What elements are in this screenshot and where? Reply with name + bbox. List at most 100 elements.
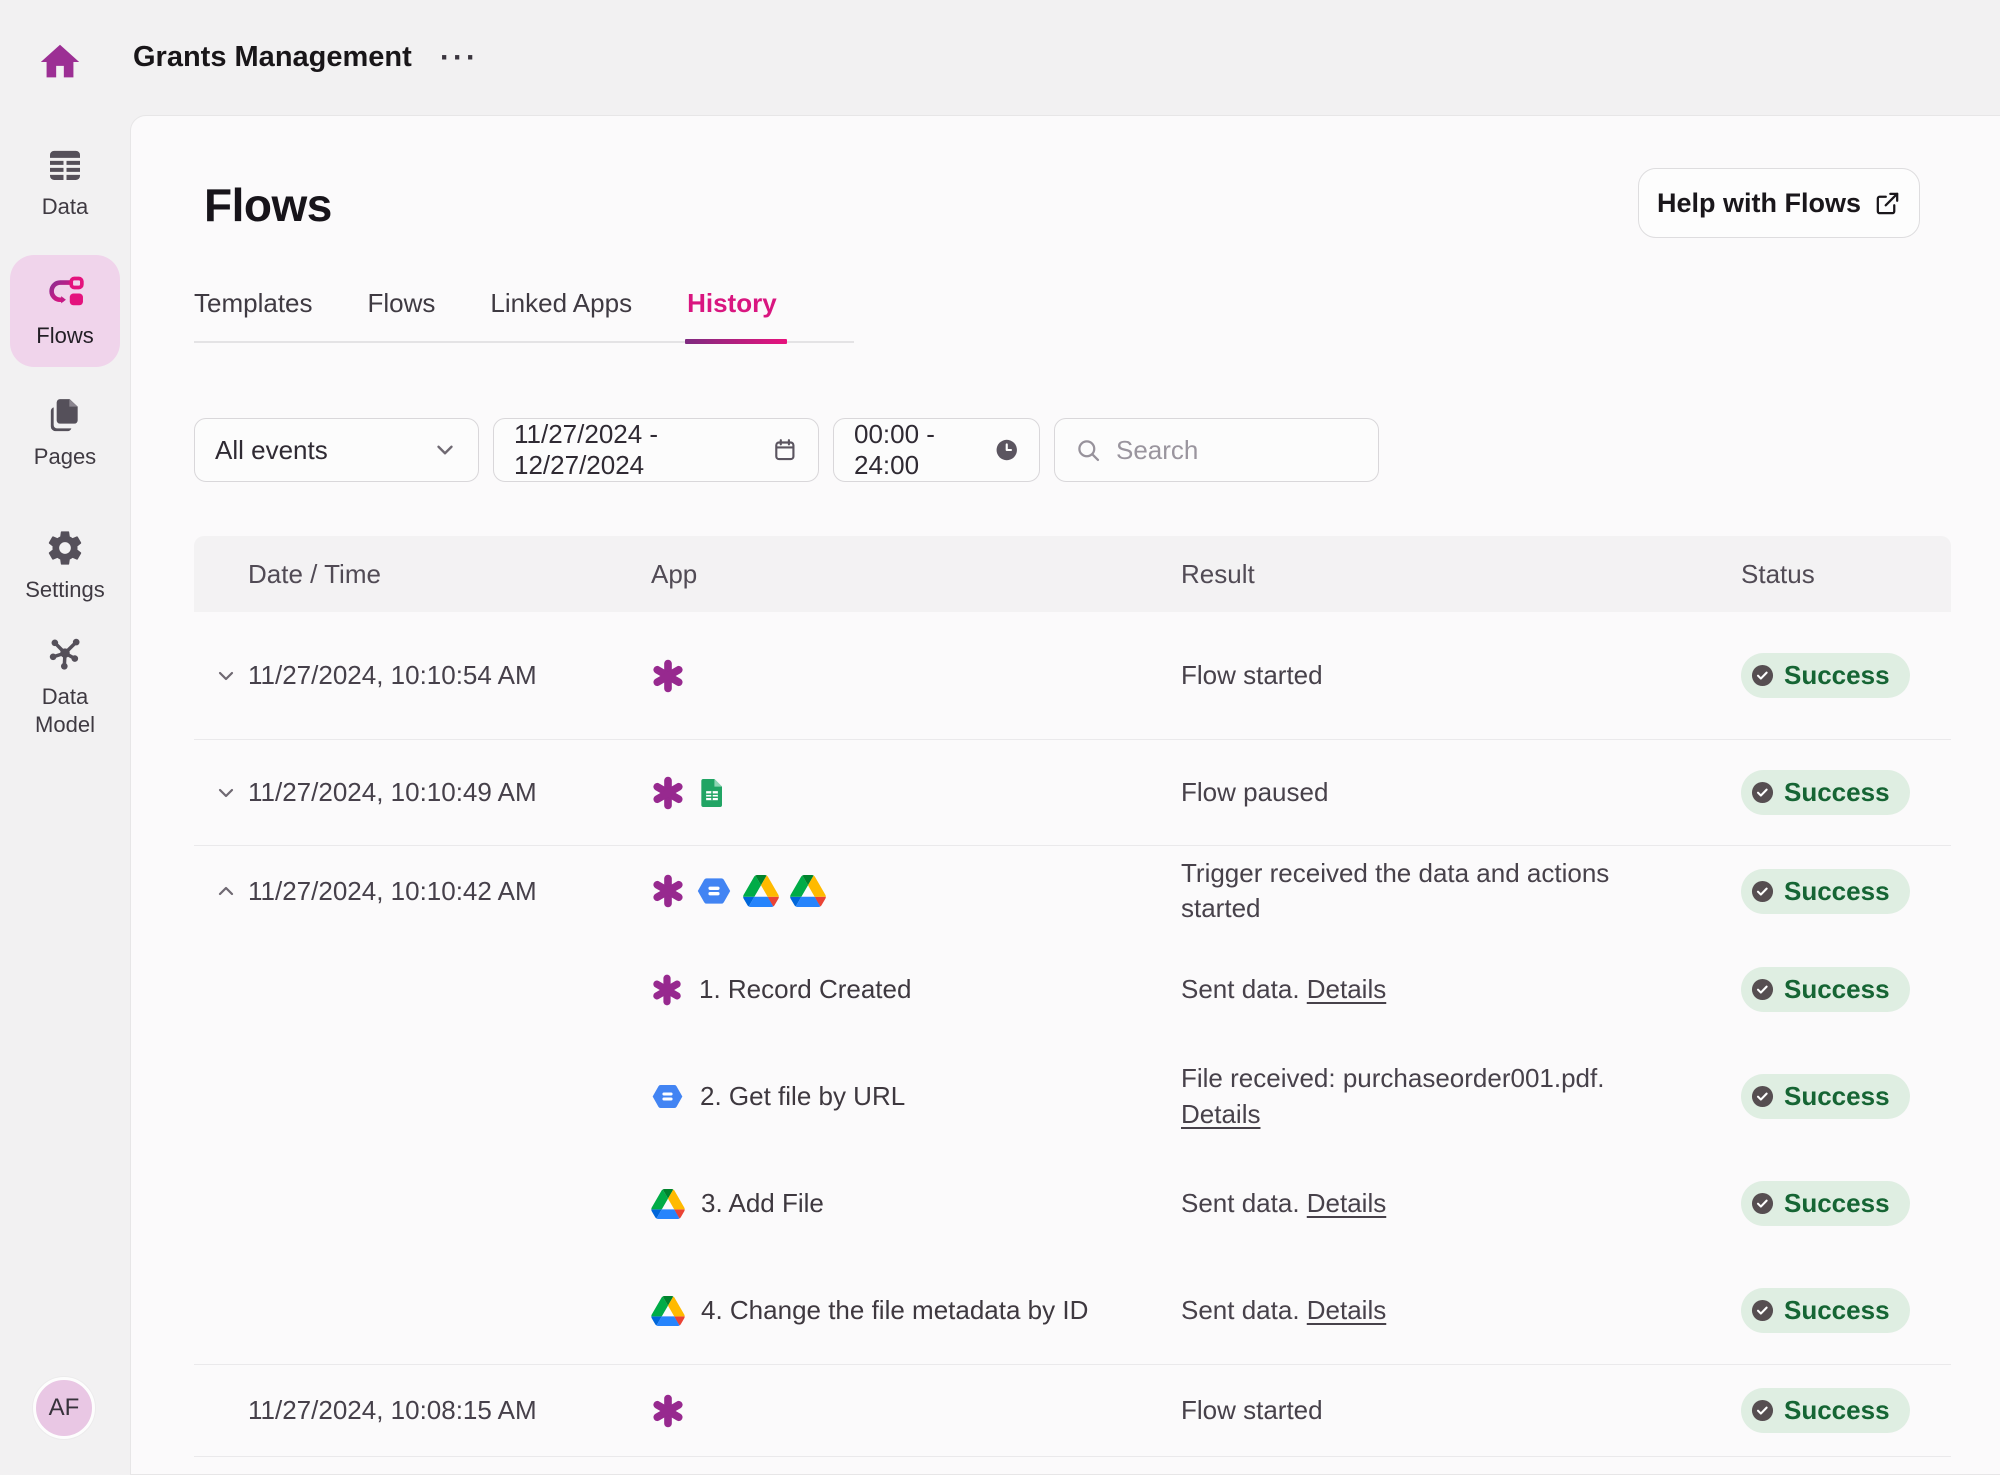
status-label: Success	[1784, 1188, 1890, 1219]
hexagon-app-icon	[651, 1080, 684, 1113]
check-circle-icon	[1751, 978, 1774, 1001]
sidebar-item-flows[interactable]: Flows	[10, 255, 120, 367]
flow-step-row: 2. Get file by URL File received: purcha…	[194, 1043, 1951, 1150]
status-label: Success	[1784, 974, 1890, 1005]
status-badge: Success	[1741, 770, 1910, 815]
tab-flows[interactable]: Flows	[368, 288, 436, 341]
flow-step-row: 1. Record Created Sent data. Details Suc…	[194, 936, 1951, 1043]
step-label: 3. Add File	[701, 1188, 824, 1219]
google-drive-icon	[790, 875, 826, 907]
table-row-expanded: 11/27/2024, 10:10:42 AM Trigger received…	[194, 846, 1951, 1365]
clock-icon	[994, 436, 1019, 464]
data-model-icon	[44, 633, 86, 675]
check-circle-icon	[1751, 1399, 1774, 1422]
pages-icon	[45, 395, 85, 435]
date-range-filter[interactable]: 11/27/2024 - 12/27/2024	[493, 418, 819, 482]
row-result: Flow started	[1181, 1393, 1741, 1428]
hexagon-app-icon	[696, 873, 732, 909]
softr-app-icon	[651, 1394, 685, 1428]
check-circle-icon	[1751, 1085, 1774, 1108]
sidebar-item-pages[interactable]: Pages	[0, 395, 130, 471]
sidebar-item-data-model[interactable]: Data Model	[0, 633, 130, 738]
flow-step-row: 3. Add File Sent data. Details Success	[194, 1150, 1951, 1257]
google-drive-icon	[651, 1189, 685, 1219]
search-input[interactable]	[1116, 435, 1346, 466]
softr-app-icon	[651, 776, 685, 810]
row-datetime: 11/27/2024, 10:10:49 AM	[248, 777, 537, 808]
step-result: Sent data.	[1181, 1188, 1307, 1218]
check-circle-icon	[1751, 1299, 1774, 1322]
row-result: Flow paused	[1181, 775, 1741, 810]
data-table-icon	[45, 145, 85, 185]
page-title: Flows	[204, 178, 332, 232]
expand-chevron-icon[interactable]	[214, 781, 238, 805]
time-range-filter[interactable]: 00:00 - 24:00	[833, 418, 1040, 482]
column-header-result: Result	[1181, 559, 1741, 590]
sidebar: Data Flows Pages Settings	[0, 115, 130, 1472]
status-label: Success	[1784, 876, 1890, 907]
status-label: Success	[1784, 1081, 1890, 1112]
details-link[interactable]: Details	[1307, 1295, 1386, 1325]
softr-app-icon	[651, 974, 683, 1006]
step-result: Sent data.	[1181, 974, 1307, 1004]
tab-history[interactable]: History	[687, 288, 777, 341]
column-header-app: App	[651, 559, 1181, 590]
status-badge: Success	[1741, 1181, 1910, 1226]
history-table: Date / Time App Result Status 11/27/2024…	[194, 536, 1951, 1457]
help-button-label: Help with Flows	[1657, 188, 1861, 219]
status-label: Success	[1784, 660, 1890, 691]
table-header: Date / Time App Result Status	[194, 536, 1951, 612]
status-badge: Success	[1741, 1288, 1910, 1333]
sidebar-label-data-model: Data Model	[26, 683, 104, 738]
status-label: Success	[1784, 1395, 1890, 1426]
external-link-icon	[1874, 190, 1901, 217]
filter-bar: All events 11/27/2024 - 12/27/2024 00:00…	[194, 418, 1379, 482]
home-icon	[37, 39, 83, 85]
table-row: 11/27/2024, 10:10:54 AM Flow started Suc…	[194, 612, 1951, 740]
flows-icon	[43, 273, 87, 317]
app-title: Grants Management	[133, 0, 412, 115]
table-row: 11/27/2024, 10:08:15 AM Flow started Suc…	[194, 1365, 1951, 1457]
status-badge: Success	[1741, 869, 1910, 914]
details-link[interactable]: Details	[1307, 974, 1386, 1004]
sidebar-item-data[interactable]: Data	[0, 145, 130, 221]
row-datetime: 11/27/2024, 10:08:15 AM	[248, 1395, 537, 1426]
step-label: 4. Change the file metadata by ID	[701, 1295, 1088, 1326]
top-header: Grants Management ···	[0, 0, 2000, 115]
collapse-chevron-icon[interactable]	[214, 879, 238, 903]
softr-app-icon	[651, 659, 685, 693]
step-result: File received: purchaseorder001.pdf.	[1181, 1063, 1604, 1093]
main-card: Flows Help with Flows Templates Flows Li…	[130, 115, 2000, 1475]
status-badge: Success	[1741, 1074, 1910, 1119]
details-link[interactable]: Details	[1307, 1188, 1386, 1218]
step-label: 2. Get file by URL	[700, 1081, 905, 1112]
calendar-icon	[772, 436, 798, 464]
status-badge: Success	[1741, 1388, 1910, 1433]
user-avatar[interactable]: AF	[33, 1377, 95, 1439]
events-filter-value: All events	[215, 435, 328, 466]
tab-bar: Templates Flows Linked Apps History	[194, 288, 854, 343]
status-label: Success	[1784, 1295, 1890, 1326]
step-label: 1. Record Created	[699, 974, 911, 1005]
help-with-flows-button[interactable]: Help with Flows	[1638, 168, 1920, 238]
expand-chevron-icon[interactable]	[214, 664, 238, 688]
sidebar-item-settings[interactable]: Settings	[0, 528, 130, 604]
tab-linked-apps[interactable]: Linked Apps	[490, 288, 632, 341]
tab-templates[interactable]: Templates	[194, 288, 313, 341]
table-row: 11/27/2024, 10:10:49 AM Flow paused Succ…	[194, 740, 1951, 846]
search-icon	[1075, 437, 1102, 464]
sidebar-label-settings: Settings	[25, 576, 105, 604]
details-link[interactable]: Details	[1181, 1099, 1260, 1129]
home-button[interactable]	[36, 38, 84, 86]
chevron-down-icon	[432, 437, 458, 463]
events-filter-dropdown[interactable]: All events	[194, 418, 479, 482]
check-circle-icon	[1751, 664, 1774, 687]
google-drive-icon	[743, 875, 779, 907]
flow-step-row: 4. Change the file metadata by ID Sent d…	[194, 1257, 1951, 1364]
row-datetime: 11/27/2024, 10:10:54 AM	[248, 660, 537, 691]
date-range-value: 11/27/2024 - 12/27/2024	[514, 419, 772, 481]
google-drive-icon	[651, 1296, 685, 1326]
search-box[interactable]	[1054, 418, 1379, 482]
row-datetime: 11/27/2024, 10:10:42 AM	[248, 876, 537, 907]
app-menu-button[interactable]: ···	[440, 30, 479, 86]
